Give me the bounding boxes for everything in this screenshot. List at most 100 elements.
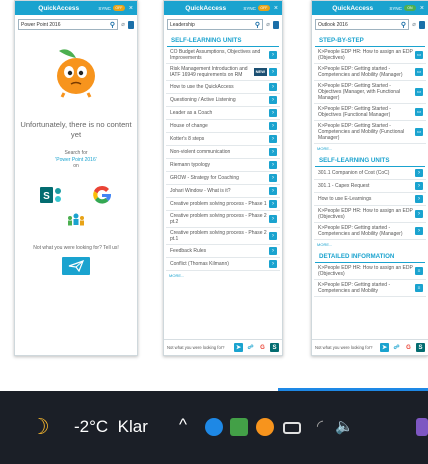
list-item[interactable]: Kotter's 8 steps ›	[166, 133, 280, 146]
arrow-right-icon[interactable]: ›	[269, 96, 277, 104]
google-icon[interactable]: G	[404, 343, 413, 352]
arrow-right-icon[interactable]: ›	[269, 187, 277, 195]
arrow-right-icon[interactable]: ›	[269, 122, 277, 130]
list-item[interactable]: Feedback Rules ›	[166, 245, 280, 258]
arrow-right-icon[interactable]: ›	[269, 148, 277, 156]
sharepoint-icon[interactable]: S	[270, 343, 279, 352]
arrow-right-icon[interactable]: ›	[269, 135, 277, 143]
arrow-right-icon[interactable]: ›	[269, 161, 277, 169]
google-icon[interactable]: G	[258, 343, 267, 352]
arrow-right-icon[interactable]: ›	[269, 83, 277, 91]
arrow-right-icon[interactable]: ›	[269, 247, 277, 255]
document-icon[interactable]: ≡	[415, 267, 423, 275]
paper-plane-icon[interactable]: ➤	[380, 343, 389, 352]
wifi-icon[interactable]: ◜	[311, 418, 329, 436]
list-item[interactable]: 301.1 Companion of Cost (CoC) ›	[314, 167, 426, 180]
search-input[interactable]: Power Point 2016 ⚲	[18, 19, 118, 30]
arrow-right-icon[interactable]: ›	[269, 68, 277, 76]
pin-icon[interactable]: ⌀	[411, 21, 417, 29]
paper-plane-icon[interactable]: ➤	[234, 343, 243, 352]
step-by-step-icon[interactable]: ▭	[415, 108, 423, 116]
list-item[interactable]: K>People EDP: Getting Started - Objectiv…	[314, 104, 426, 121]
list-item[interactable]: Creative problem solving process - Phase…	[166, 198, 280, 211]
more-link[interactable]: MORE...	[312, 240, 428, 249]
list-item[interactable]: K>People EDP: Getting started - Competen…	[314, 64, 426, 81]
list-item[interactable]: K>People EDP HR: How to assign an EDP (O…	[314, 206, 426, 223]
pin-icon[interactable]: ⌀	[120, 21, 126, 29]
sharepoint-icon[interactable]: S	[416, 343, 425, 352]
people-icon[interactable]: ☍	[246, 343, 255, 352]
send-feedback-button[interactable]	[62, 257, 90, 275]
list-item[interactable]: How to use E-Learnings ›	[314, 193, 426, 206]
list-item[interactable]: 301.1 - Capex Request ›	[314, 180, 426, 193]
arrow-right-icon[interactable]: ›	[269, 51, 277, 59]
list-item[interactable]: Johari Window - What is it? ›	[166, 185, 280, 198]
people-icon[interactable]: ☍	[392, 343, 401, 352]
sync-toggle[interactable]: OFF	[112, 5, 125, 11]
quickaccess-orange-icon[interactable]	[256, 418, 274, 436]
list-item[interactable]: Creative problem solving process - Phase…	[166, 228, 280, 245]
item-label: CO Budget Assumptions, Objectives and Im…	[170, 49, 261, 61]
arrow-right-icon[interactable]: ›	[269, 200, 277, 208]
arrow-right-icon[interactable]: ›	[269, 109, 277, 117]
search-icon[interactable]: ⚲	[401, 21, 406, 29]
arrow-right-icon[interactable]: ›	[415, 182, 423, 190]
google-icon[interactable]	[91, 184, 113, 206]
battery-icon[interactable]	[283, 422, 301, 434]
list-item[interactable]: Riemann typology ›	[166, 159, 280, 172]
arrow-right-icon[interactable]: ›	[269, 232, 277, 240]
speaker-icon[interactable]: 🔈	[335, 418, 354, 436]
list-item[interactable]: Questioning / Active Listening ›	[166, 94, 280, 107]
list-item[interactable]: Conflict (Thomas Kilmann) ›	[166, 258, 280, 271]
step-by-step-icon[interactable]: ▭	[415, 51, 423, 59]
list-item[interactable]: Non-violent communication ›	[166, 146, 280, 159]
sync-toggle[interactable]: ON	[403, 5, 416, 11]
trash-icon[interactable]	[419, 20, 425, 29]
list-item[interactable]: K>People EDP: Getting started - Competen…	[314, 280, 426, 297]
people-icon[interactable]	[66, 212, 86, 228]
step-by-step-icon[interactable]: ▭	[415, 68, 423, 76]
list-item[interactable]: Leader as a Coach ›	[166, 107, 280, 120]
arrow-right-icon[interactable]: ›	[269, 260, 277, 268]
search-icon[interactable]: ⚲	[110, 21, 115, 29]
list-item[interactable]: K>People EDP HR: How to assign an EDP (O…	[314, 263, 426, 280]
show-hidden-icons-chevron-icon[interactable]: ^	[179, 415, 187, 435]
sync-toggle[interactable]: OFF	[257, 5, 270, 11]
search-input[interactable]: Leadership ⚲	[167, 19, 263, 30]
list-item[interactable]: Risk Management Introduction and IATF 16…	[166, 64, 280, 81]
sharepoint-icon[interactable]: S	[39, 184, 63, 206]
search-icon[interactable]: ⚲	[255, 21, 260, 29]
list-item[interactable]: K>People EDP: Getting Started - Competen…	[314, 121, 426, 144]
pin-icon[interactable]: ⌀	[265, 21, 271, 29]
security-check-icon[interactable]	[230, 418, 248, 436]
arrow-right-icon[interactable]: ›	[269, 215, 277, 223]
trash-icon[interactable]	[273, 20, 279, 29]
more-link[interactable]: MORE...	[164, 271, 282, 280]
more-link[interactable]: MORE...	[312, 144, 428, 153]
close-icon[interactable]: ×	[129, 5, 133, 12]
step-by-step-icon[interactable]: ▭	[415, 128, 423, 136]
list-item[interactable]: House of change ›	[166, 120, 280, 133]
list-item[interactable]: K>People EDP: Getting started - Competen…	[314, 223, 426, 240]
list-item[interactable]: K>People EDP: Getting Started - Objectiv…	[314, 81, 426, 104]
list-item[interactable]: How to use the QuickAccess ›	[166, 81, 280, 94]
arrow-right-icon[interactable]: ›	[415, 169, 423, 177]
step-by-step-icon[interactable]: ▭	[415, 88, 423, 96]
trash-icon[interactable]	[128, 20, 134, 29]
weather-widget[interactable]: -2°C Klar	[74, 417, 148, 437]
arrow-right-icon[interactable]: ›	[415, 195, 423, 203]
app-tray-icon[interactable]	[416, 418, 428, 436]
list-item[interactable]: K>People EDP HR: How to assign an EDP (O…	[314, 47, 426, 64]
close-icon[interactable]: ×	[274, 5, 278, 12]
arrow-right-icon[interactable]: ›	[269, 174, 277, 182]
teamviewer-icon[interactable]	[205, 418, 223, 436]
moon-icon[interactable]: ☽	[30, 414, 50, 440]
list-item[interactable]: Creative problem solving process - Phase…	[166, 211, 280, 228]
document-icon[interactable]: ≡	[415, 284, 423, 292]
search-input[interactable]: Outlook 2016 ⚲	[315, 19, 409, 30]
close-icon[interactable]: ×	[420, 5, 424, 12]
list-item[interactable]: GROW - Strategy for Coaching ›	[166, 172, 280, 185]
list-item[interactable]: CO Budget Assumptions, Objectives and Im…	[166, 47, 280, 64]
arrow-right-icon[interactable]: ›	[415, 210, 423, 218]
arrow-right-icon[interactable]: ›	[415, 227, 423, 235]
